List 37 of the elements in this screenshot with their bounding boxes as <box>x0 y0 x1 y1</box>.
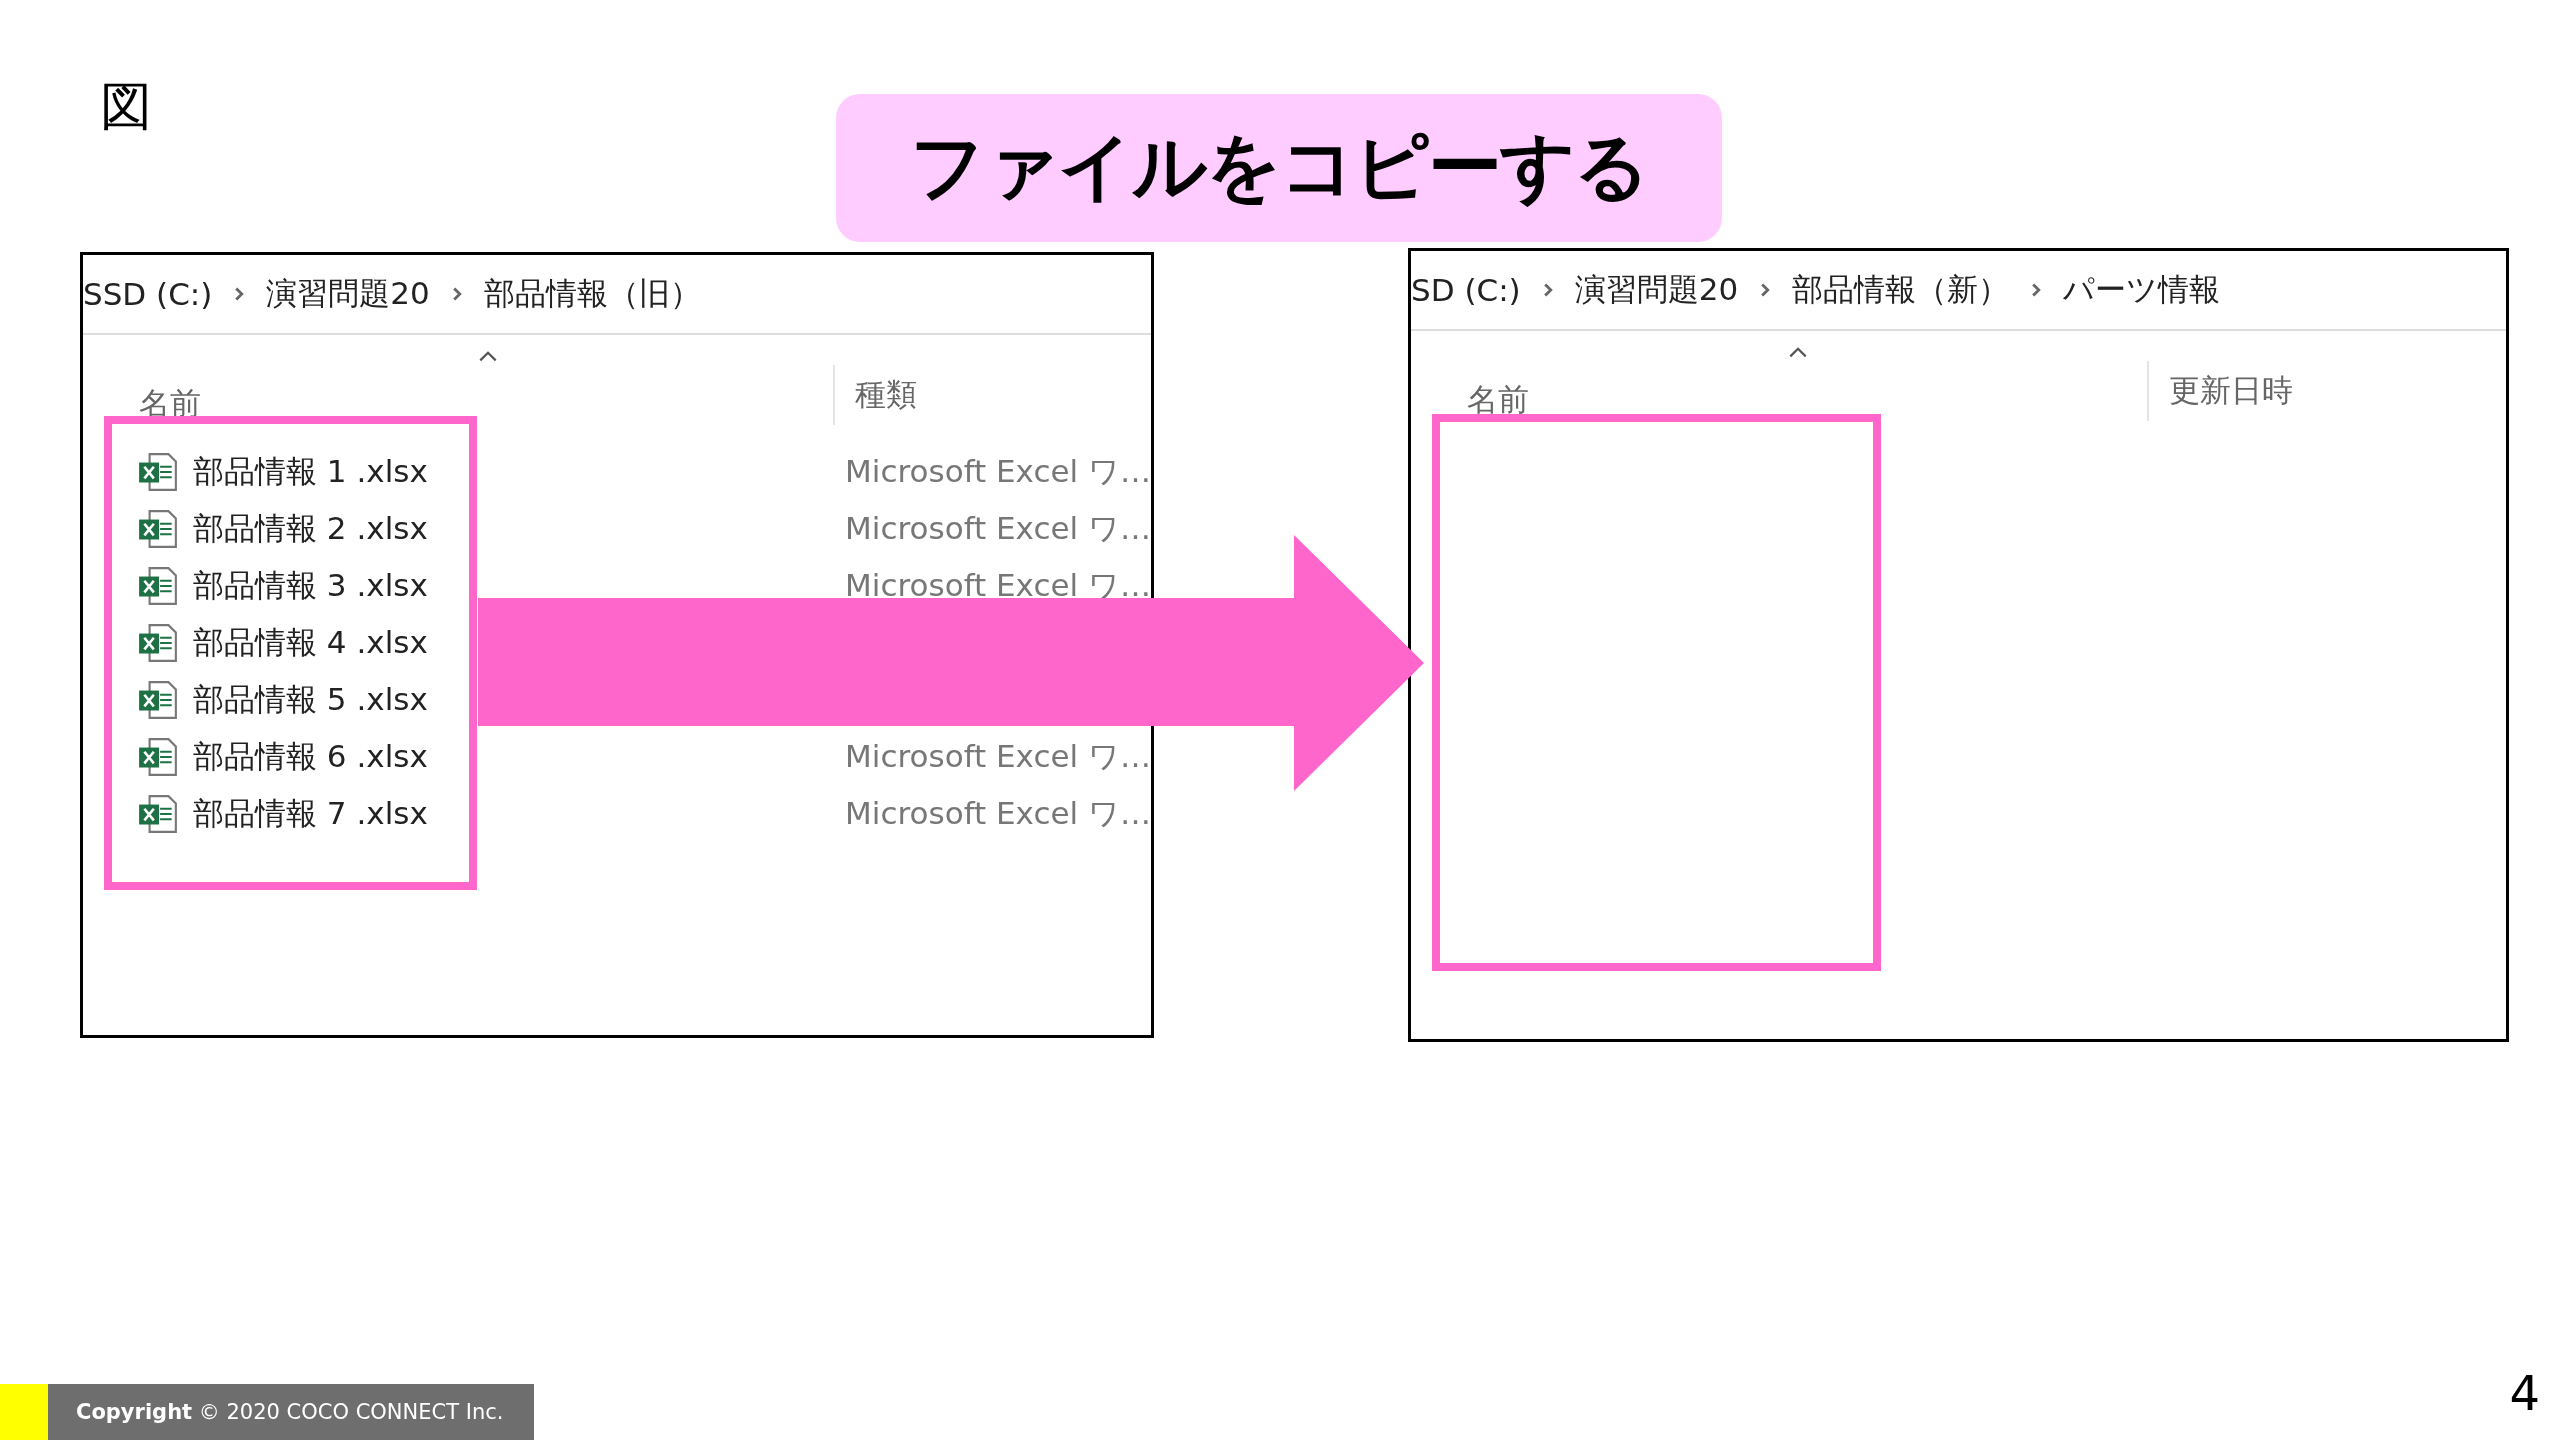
file-type: Microsoft Excel ワ… <box>845 565 1151 605</box>
file-name[interactable]: 部品情報 4 .xlsx <box>193 621 428 664</box>
breadcrumb-item[interactable]: 部品情報（新） <box>1792 269 2010 311</box>
file-name[interactable]: 部品情報 7 .xlsx <box>193 792 428 835</box>
spreadsheet-file-icon <box>137 735 179 778</box>
accent-bar <box>0 1384 48 1440</box>
column-header[interactable]: 名前 <box>1467 379 1529 421</box>
figure-label: 図 <box>100 75 152 138</box>
breadcrumb-item[interactable]: SD (C:) <box>1411 272 1521 308</box>
column-header[interactable]: 更新日時 <box>2169 370 2293 412</box>
spreadsheet-file-icon <box>137 507 179 550</box>
spreadsheet-file-icon <box>137 678 179 721</box>
breadcrumb-item[interactable]: パーツ情報 <box>2063 269 2221 311</box>
file-type: Microsoft Excel ワ… <box>845 508 1151 548</box>
breadcrumb-item[interactable]: SSD (C:) <box>83 276 213 312</box>
page-number: 4 <box>2509 1365 2540 1421</box>
slide-title: ファイルをコピーする <box>836 94 1722 242</box>
file-type: Microsoft Excel ワ… <box>845 736 1151 776</box>
file-name[interactable]: 部品情報 3 .xlsx <box>193 564 428 607</box>
file-name[interactable]: 部品情報 1 .xlsx <box>193 450 428 493</box>
spreadsheet-file-icon <box>137 621 179 664</box>
file-name[interactable]: 部品情報 6 .xlsx <box>193 735 428 778</box>
copyright-text: Copyright © 2020 COCO CONNECT Inc. <box>76 1400 504 1424</box>
file-name[interactable]: 部品情報 2 .xlsx <box>193 507 428 550</box>
column-header[interactable]: 種類 <box>855 374 917 416</box>
breadcrumb-item[interactable]: 演習問題20 <box>266 273 430 315</box>
spreadsheet-file-icon <box>137 792 179 835</box>
file-type: Microsoft Excel ワ… <box>845 451 1151 491</box>
sort-caret-icon <box>1787 345 1809 359</box>
file-type: Microsoft Excel ワ… <box>845 793 1151 833</box>
spreadsheet-file-icon <box>137 564 179 607</box>
breadcrumb-item[interactable]: 演習問題20 <box>1574 269 1739 311</box>
file-name[interactable]: 部品情報 5 .xlsx <box>193 678 428 721</box>
sort-caret-icon <box>477 349 499 363</box>
spreadsheet-file-icon <box>137 450 179 493</box>
breadcrumb-item[interactable]: 部品情報（旧） <box>483 273 701 315</box>
column-header[interactable]: 名前 <box>139 383 201 425</box>
